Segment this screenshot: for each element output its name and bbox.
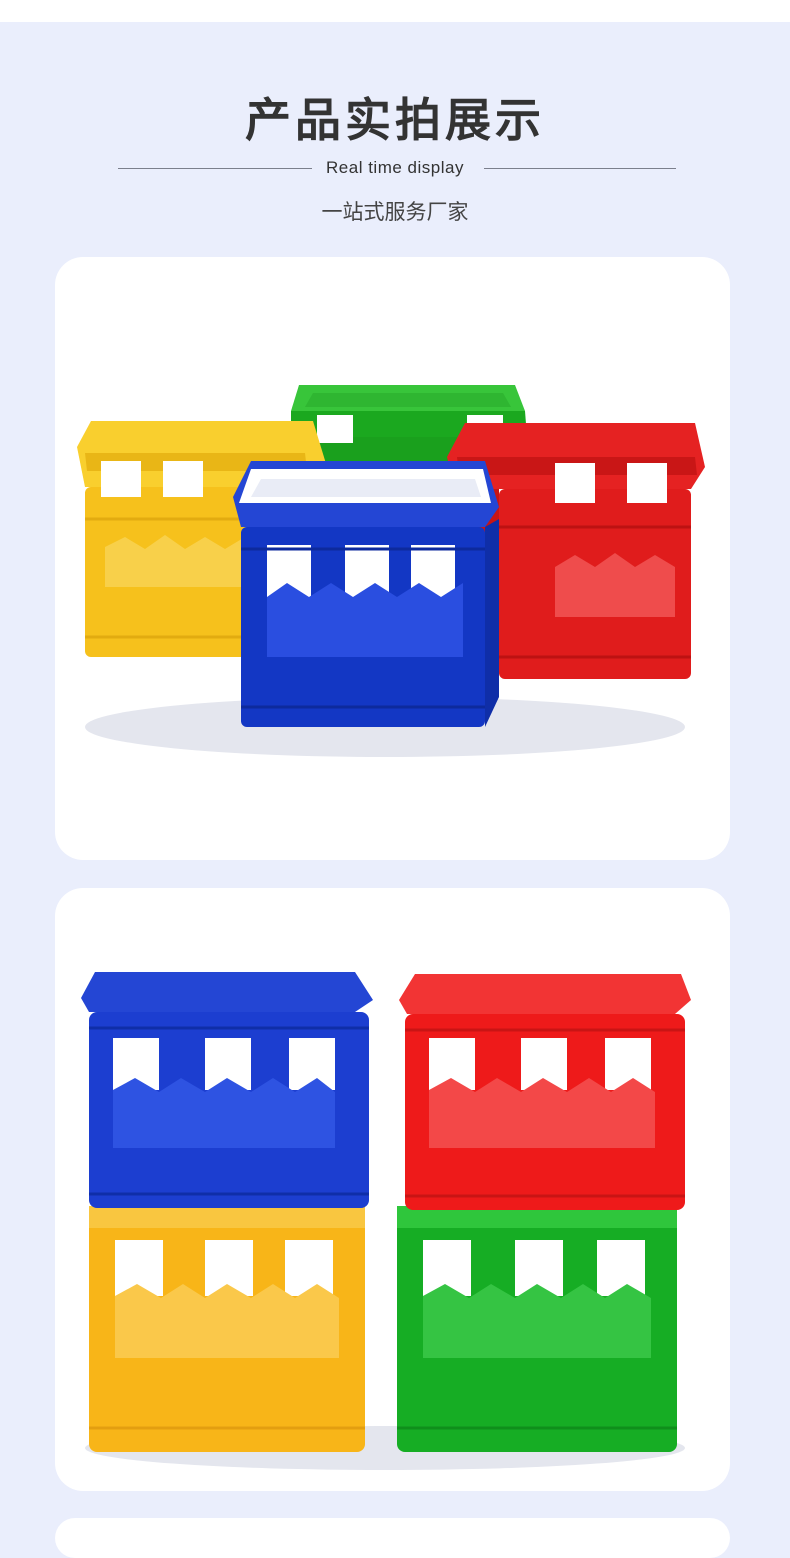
section-subtitle-cn: 一站式服务厂家 xyxy=(321,200,469,224)
blue-crate xyxy=(233,461,499,727)
divider-right xyxy=(484,168,676,169)
section-header: 产品实拍展示 Real time display 一站式服务厂家 xyxy=(0,22,790,247)
product-photo-3-partial xyxy=(55,1518,730,1558)
blue-crate-top xyxy=(81,972,373,1208)
crates-group-illustration xyxy=(77,385,705,757)
product-photo-1 xyxy=(55,257,730,860)
top-strip xyxy=(0,0,790,22)
product-photo-2 xyxy=(55,888,730,1491)
section-title: 产品实拍展示 xyxy=(245,93,545,147)
red-crate-top xyxy=(399,974,691,1210)
yellow-crate-bottom xyxy=(89,1206,365,1452)
green-crate-bottom xyxy=(397,1206,677,1452)
crates-stacked-illustration xyxy=(81,972,691,1470)
